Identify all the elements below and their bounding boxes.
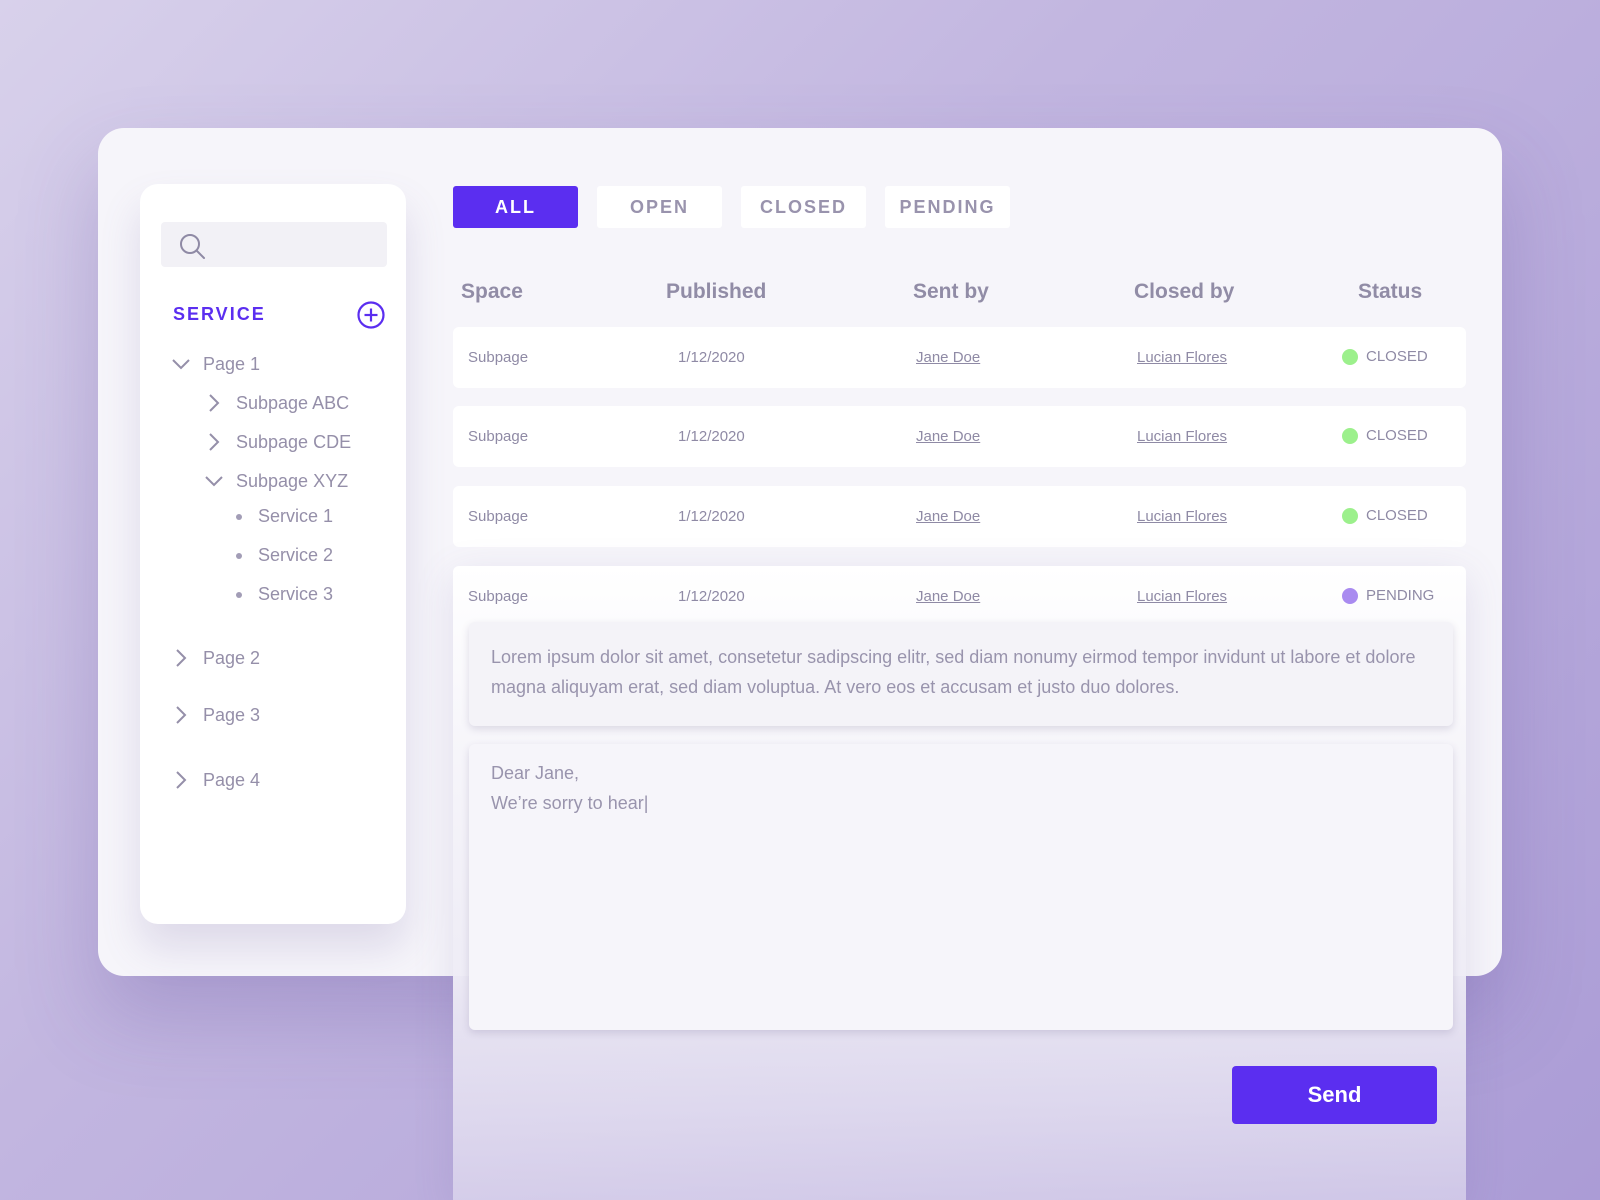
cell-published: 1/12/2020 [678, 508, 745, 525]
tree-label: Page 1 [203, 353, 261, 374]
sidebar: SERVICE Page 1 Subpage ABC Subpage CDE S… [140, 184, 406, 924]
status-label: CLOSED [1366, 507, 1428, 524]
tree-item-subpage-xyz[interactable]: Subpage XYZ [202, 469, 348, 493]
header-sent-by[interactable]: Sent by [913, 280, 989, 304]
tree-item-service-2[interactable]: Service 2 [228, 545, 333, 566]
tree-label: Page 3 [203, 704, 261, 725]
tab-open[interactable]: OPEN [597, 186, 722, 228]
section-title: SERVICE [173, 304, 266, 324]
bullet-icon [236, 591, 242, 598]
tree-item-service-1[interactable]: Service 1 [228, 506, 333, 527]
tree-item-page-2[interactable]: Page 2 [169, 646, 260, 670]
cell-space: Subpage [468, 588, 529, 605]
cell-space: Subpage [468, 428, 529, 445]
status-dot-icon [1342, 348, 1358, 365]
table-row[interactable]: Subpage 1/12/2020 Jane Doe Lucian Flores… [453, 566, 1466, 627]
search-input[interactable] [161, 222, 387, 267]
chevron-right-icon[interactable] [169, 646, 193, 670]
chevron-right-icon[interactable] [202, 391, 226, 415]
tree-item-subpage-cde[interactable]: Subpage CDE [202, 430, 351, 454]
bullet-icon [236, 513, 242, 520]
tab-closed[interactable]: CLOSED [741, 186, 866, 228]
reply-textarea[interactable]: Dear Jane, We’re sorry to hear| [469, 744, 1453, 1030]
status-badge: CLOSED [1342, 427, 1428, 444]
status-label: CLOSED [1366, 348, 1428, 365]
header-published[interactable]: Published [666, 280, 766, 304]
table-row[interactable]: Subpage 1/12/2020 Jane Doe Lucian Flores… [453, 486, 1466, 547]
closed-by-link[interactable]: Lucian Flores [1137, 508, 1227, 525]
search-icon [180, 234, 205, 259]
tab-pending[interactable]: PENDING [885, 186, 1010, 228]
tree-item-page-4[interactable]: Page 4 [169, 768, 260, 792]
send-button[interactable]: Send [1232, 1066, 1437, 1124]
status-badge: CLOSED [1342, 507, 1428, 524]
status-label: PENDING [1366, 587, 1435, 604]
bullet-icon [236, 552, 242, 559]
closed-by-link[interactable]: Lucian Flores [1137, 349, 1227, 366]
chevron-right-icon[interactable] [202, 430, 226, 454]
cell-space: Subpage [468, 349, 529, 366]
ticket-message: Lorem ipsum dolor sit amet, consetetur s… [469, 622, 1453, 726]
closed-by-link[interactable]: Lucian Flores [1137, 588, 1227, 605]
sent-by-link[interactable]: Jane Doe [916, 508, 980, 525]
cell-published: 1/12/2020 [678, 428, 745, 445]
status-label: CLOSED [1366, 427, 1428, 444]
plus-circle-icon[interactable] [356, 300, 386, 335]
tree-item-page-3[interactable]: Page 3 [169, 703, 260, 727]
tree-label: Page 2 [203, 647, 261, 668]
expanded-ticket: Subpage 1/12/2020 Jane Doe Lucian Flores… [453, 566, 1466, 1200]
tree-label: Service 2 [258, 545, 334, 565]
tree-item-service-3[interactable]: Service 3 [228, 584, 333, 605]
filter-tabs: ALL OPEN CLOSED PENDING [453, 186, 1010, 228]
cell-space: Subpage [468, 508, 529, 525]
closed-by-link[interactable]: Lucian Flores [1137, 428, 1227, 445]
tree-label: Service 1 [258, 506, 334, 526]
table-row[interactable]: Subpage 1/12/2020 Jane Doe Lucian Flores… [453, 406, 1466, 467]
status-badge: PENDING [1342, 587, 1434, 604]
status-dot-icon [1342, 507, 1358, 524]
chevron-down-icon[interactable] [169, 352, 193, 376]
table-row[interactable]: Subpage 1/12/2020 Jane Doe Lucian Flores… [453, 327, 1466, 388]
chevron-right-icon[interactable] [169, 703, 193, 727]
cell-published: 1/12/2020 [678, 588, 745, 605]
header-space[interactable]: Space [461, 280, 523, 304]
tree-label: Subpage CDE [236, 431, 352, 452]
header-closed-by[interactable]: Closed by [1134, 280, 1234, 304]
sent-by-link[interactable]: Jane Doe [916, 349, 980, 366]
tab-all[interactable]: ALL [453, 186, 578, 228]
cell-published: 1/12/2020 [678, 349, 745, 366]
status-dot-icon [1342, 587, 1358, 604]
sent-by-link[interactable]: Jane Doe [916, 588, 980, 605]
chevron-down-icon[interactable] [202, 469, 226, 493]
tree-label: Service 3 [258, 584, 334, 604]
tree-item-page-1[interactable]: Page 1 [169, 352, 260, 376]
tree-label: Subpage XYZ [236, 470, 349, 491]
tree-item-subpage-abc[interactable]: Subpage ABC [202, 391, 349, 415]
status-dot-icon [1342, 427, 1358, 444]
status-badge: CLOSED [1342, 348, 1428, 365]
tree-label: Page 4 [203, 769, 261, 790]
tree-label: Subpage ABC [236, 392, 350, 413]
header-status[interactable]: Status [1358, 280, 1422, 304]
sent-by-link[interactable]: Jane Doe [916, 428, 980, 445]
table-header: Space Published Sent by Closed by Status [453, 280, 1465, 310]
chevron-right-icon[interactable] [169, 768, 193, 792]
